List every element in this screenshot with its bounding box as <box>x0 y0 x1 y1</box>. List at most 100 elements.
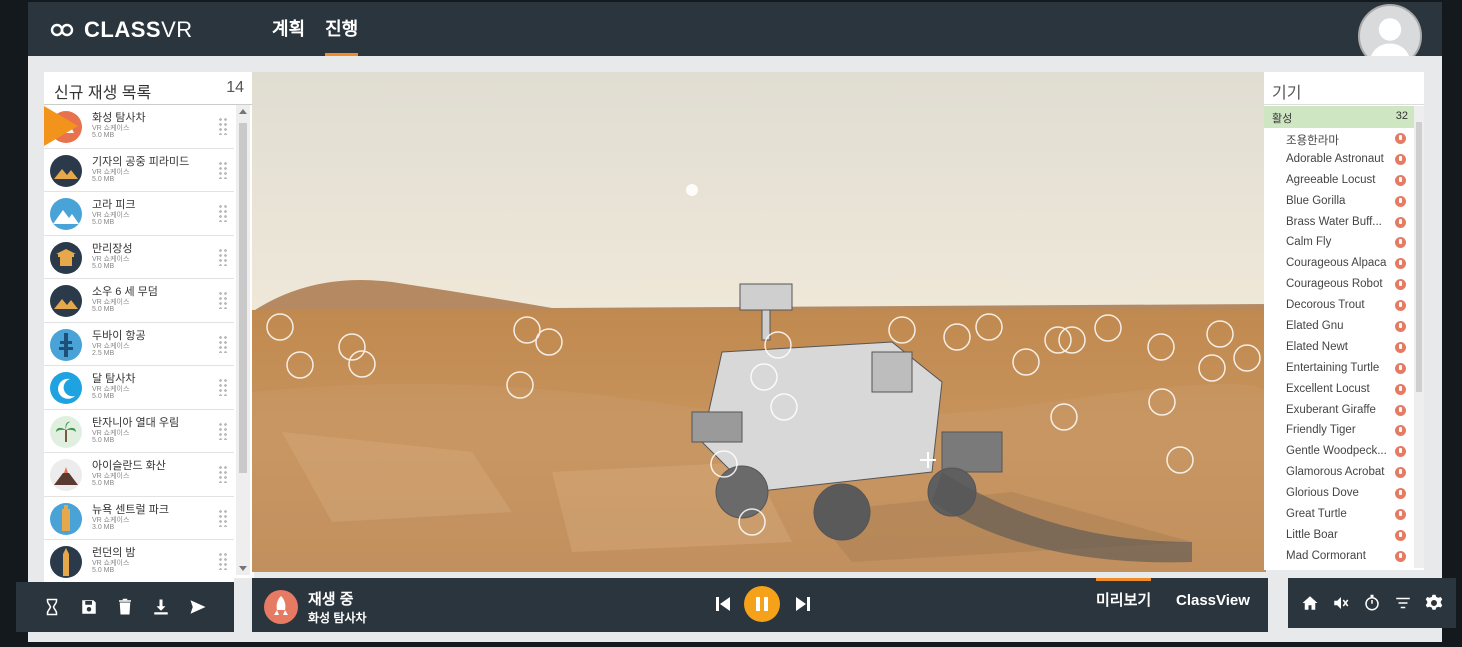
device-item[interactable]: Blue Gorilla <box>1264 191 1414 212</box>
device-status-icon[interactable] <box>1395 529 1406 541</box>
gear-icon[interactable] <box>1423 592 1445 614</box>
previous-icon[interactable] <box>714 595 732 613</box>
device-item[interactable]: Elated Newt <box>1264 337 1414 358</box>
drag-handle-icon[interactable] <box>218 160 228 179</box>
drag-handle-icon[interactable] <box>218 291 228 309</box>
device-item[interactable]: Mad Cormorant <box>1264 546 1414 567</box>
device-status-icon[interactable] <box>1395 195 1406 207</box>
device-item[interactable]: Courageous Alpaca <box>1264 253 1414 274</box>
playlist-item[interactable]: 달 탐사차 VR 쇼케이스 5.0 MB <box>44 366 234 410</box>
device-item[interactable]: 조용한라마 <box>1264 128 1414 149</box>
devices-scrollbar[interactable] <box>1414 106 1424 568</box>
playlist-scrollbar[interactable] <box>236 105 250 575</box>
vr-360-viewer[interactable] <box>252 72 1266 572</box>
device-item[interactable]: Entertaining Turtle <box>1264 358 1414 379</box>
playlist-item[interactable]: 뉴욕 센트럴 파크 VR 쇼케이스 3.0 MB <box>44 496 234 540</box>
device-item[interactable]: Friendly Tiger <box>1264 420 1414 441</box>
playlist-item[interactable]: 탄자니아 열대 우림 VR 쇼케이스 5.0 MB <box>44 409 234 453</box>
next-icon[interactable] <box>794 595 812 613</box>
trash-icon[interactable] <box>114 596 136 618</box>
device-status-icon[interactable] <box>1395 216 1406 228</box>
device-item[interactable]: Little Boar <box>1264 525 1414 546</box>
playlist-item[interactable]: 만리장성 VR 쇼케이스 5.0 MB <box>44 235 234 279</box>
scroll-down-icon[interactable] <box>239 566 247 571</box>
mountain-thumb-icon <box>50 198 82 230</box>
drag-handle-icon[interactable] <box>218 552 228 570</box>
classview-button[interactable]: ClassView <box>1176 578 1250 632</box>
device-status-icon[interactable] <box>1395 446 1406 458</box>
drag-handle-icon[interactable] <box>218 334 228 353</box>
device-status-icon[interactable] <box>1395 258 1406 270</box>
device-list: 조용한라마 Adorable Astronaut Agreeable Locus… <box>1264 128 1414 567</box>
drag-handle-icon[interactable] <box>218 247 228 266</box>
device-status-icon[interactable] <box>1395 237 1406 249</box>
device-status-icon[interactable] <box>1395 300 1406 312</box>
playlist-item[interactable]: 아이슬란드 화산 VR 쇼케이스 5.0 MB <box>44 453 234 497</box>
device-item[interactable]: Elated Gnu <box>1264 316 1414 337</box>
scroll-up-icon[interactable] <box>239 109 247 114</box>
device-status-icon[interactable] <box>1395 550 1406 562</box>
device-item[interactable]: Brass Water Buff... <box>1264 212 1414 233</box>
device-status-icon[interactable] <box>1395 509 1406 521</box>
device-item[interactable]: Courageous Robot <box>1264 274 1414 295</box>
device-status-icon[interactable] <box>1395 362 1406 374</box>
preview-button[interactable]: 미리보기 <box>1096 578 1152 632</box>
playlist-item[interactable]: 런던의 밤 VR 쇼케이스 5.0 MB <box>44 540 234 584</box>
rocket-icon <box>264 590 298 624</box>
device-status-icon[interactable] <box>1395 467 1406 479</box>
device-item[interactable]: Adorable Astronaut <box>1264 149 1414 170</box>
drag-handle-icon[interactable] <box>218 465 228 483</box>
playlist-item[interactable]: 기자의 공중 피라미드 VR 쇼케이스 5.0 MB <box>44 148 234 192</box>
drag-handle-icon[interactable] <box>218 508 228 527</box>
download-icon[interactable] <box>150 596 172 618</box>
pause-button[interactable] <box>744 586 780 622</box>
device-item[interactable]: Calm Fly <box>1264 232 1414 253</box>
playlist-item[interactable]: 고라 피크 VR 쇼케이스 5.0 MB <box>44 192 234 236</box>
device-item[interactable]: Decorous Trout <box>1264 295 1414 316</box>
hourglass-icon[interactable] <box>41 596 63 618</box>
device-item[interactable]: Agreeable Locust <box>1264 170 1414 191</box>
drag-handle-icon[interactable] <box>218 204 228 222</box>
pyramid-thumb-icon <box>50 154 82 187</box>
great-wall-thumb-icon <box>50 241 82 274</box>
timer-icon[interactable] <box>1361 592 1383 614</box>
device-item[interactable]: Great Turtle <box>1264 504 1414 525</box>
save-icon[interactable] <box>78 596 100 618</box>
playlist-item[interactable]: 소우 6 세 무덤 VR 쇼케이스 5.0 MB <box>44 279 234 323</box>
device-status-icon[interactable] <box>1395 425 1406 437</box>
moon-thumb-icon <box>50 372 82 404</box>
device-status-icon[interactable] <box>1395 488 1406 500</box>
drag-handle-icon[interactable] <box>218 421 228 440</box>
device-status-icon[interactable] <box>1395 383 1406 395</box>
device-item[interactable]: Excellent Locust <box>1264 379 1414 400</box>
drag-handle-icon[interactable] <box>218 117 228 135</box>
device-item[interactable]: Glamorous Acrobat <box>1264 462 1414 483</box>
mute-icon[interactable] <box>1330 592 1352 614</box>
send-icon[interactable] <box>187 596 209 618</box>
scrollbar-thumb[interactable] <box>1416 122 1422 392</box>
tab-progress[interactable]: 진행 <box>325 2 359 56</box>
scrollbar-thumb[interactable] <box>239 123 247 473</box>
tab-plan[interactable]: 계획 <box>272 2 305 56</box>
device-status-icon[interactable] <box>1395 321 1406 333</box>
device-status-icon[interactable] <box>1395 341 1406 353</box>
drag-handle-icon[interactable] <box>218 378 228 396</box>
device-status-icon[interactable] <box>1395 404 1406 416</box>
home-icon[interactable] <box>1299 592 1321 614</box>
device-status-icon[interactable] <box>1395 279 1406 291</box>
device-item[interactable]: Exuberant Giraffe <box>1264 400 1414 421</box>
device-item[interactable]: Glorious Dove <box>1264 483 1414 504</box>
brand-name: CLASSVR <box>84 17 193 42</box>
dubai-thumb-icon <box>50 328 82 361</box>
active-devices-group[interactable]: 활성 32 <box>1264 106 1414 128</box>
volcano-thumb-icon <box>50 459 82 491</box>
devices-toolbar <box>1288 578 1456 628</box>
playlist-item[interactable]: 두바이 항공 VR 쇼케이스 2.5 MB <box>44 322 234 366</box>
filter-icon[interactable] <box>1392 592 1414 614</box>
device-status-icon[interactable] <box>1395 133 1406 144</box>
device-status-icon[interactable] <box>1395 174 1406 186</box>
device-status-icon[interactable] <box>1395 153 1406 165</box>
playlist-header: 신규 재생 목록 14 <box>44 72 254 105</box>
device-item[interactable]: Gentle Woodpeck... <box>1264 441 1414 462</box>
playlist-title: 신규 재생 목록 <box>54 85 152 102</box>
